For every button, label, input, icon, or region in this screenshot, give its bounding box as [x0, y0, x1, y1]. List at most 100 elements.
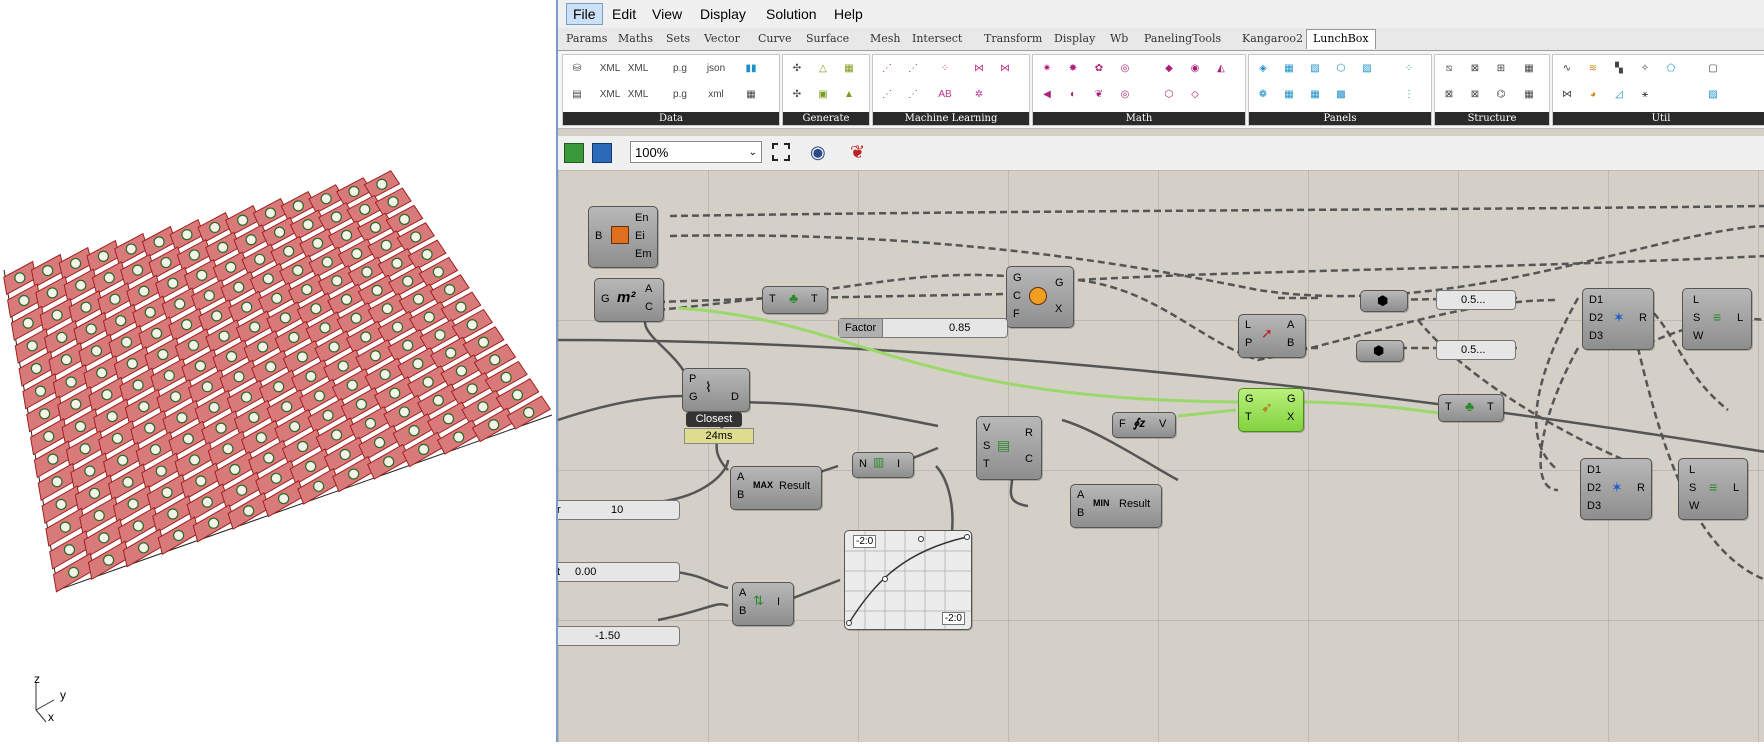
- lsw1-output-l[interactable]: L: [1737, 312, 1743, 324]
- number-slider-zero[interactable]: t 0.00: [558, 562, 680, 582]
- tab-kangaroo2[interactable]: Kangaroo2: [1242, 32, 1303, 45]
- lp-input-p[interactable]: P: [1245, 337, 1252, 349]
- sphere-icon[interactable]: ◉: [1185, 59, 1205, 79]
- menu-solution[interactable]: Solution: [760, 4, 823, 24]
- cross-panel-icon[interactable]: ▩: [1331, 85, 1351, 105]
- mass-output-a[interactable]: A: [645, 283, 652, 295]
- lsw2-input-l[interactable]: L: [1689, 464, 1695, 476]
- pg-write-icon[interactable]: p.g: [667, 59, 693, 79]
- line-fit2-icon[interactable]: ⋰: [903, 85, 923, 105]
- scatter-icon[interactable]: ✣: [787, 59, 807, 79]
- d2-output-r[interactable]: R: [1637, 482, 1645, 494]
- d1-input-d1[interactable]: D1: [1589, 294, 1603, 306]
- pg-read-icon[interactable]: p.g: [667, 85, 693, 105]
- lsw-component-1[interactable]: L S W ≡ L: [1682, 288, 1752, 350]
- max-component[interactable]: A B MAX Result: [730, 466, 822, 510]
- gh-canvas[interactable]: B En Ei Em G m² A C T ♣ T G C F G X Fact…: [558, 170, 1764, 742]
- graft-component[interactable]: T ♣ T: [762, 286, 828, 314]
- graft2-output-t[interactable]: T: [1487, 401, 1494, 413]
- cone-icon[interactable]: ◀: [1037, 85, 1057, 105]
- sub-input-s[interactable]: S: [983, 440, 990, 452]
- lsw1-input-s[interactable]: S: [1693, 312, 1700, 324]
- lp-output-b[interactable]: B: [1287, 337, 1294, 349]
- bounds-output-i[interactable]: I: [897, 458, 900, 470]
- frame-util-icon[interactable]: ▢: [1703, 59, 1723, 79]
- truss3-icon[interactable]: ⊞: [1491, 59, 1511, 79]
- points-panel-icon[interactable]: ⁘: [1399, 59, 1419, 79]
- cluster-icon[interactable]: ✣: [787, 85, 807, 105]
- max-input-b[interactable]: B: [737, 489, 744, 501]
- preview-eye-icon[interactable]: ◉: [810, 142, 826, 163]
- rhino-viewport[interactable]: z y x: [0, 0, 556, 742]
- zoom-select[interactable]: 100% ⌄: [630, 141, 762, 163]
- tab-curve[interactable]: Curve: [758, 32, 791, 45]
- number-panel-2[interactable]: 0.5...: [1436, 340, 1516, 360]
- lsw2-input-w[interactable]: W: [1689, 500, 1699, 512]
- lsw1-input-l[interactable]: L: [1693, 294, 1699, 306]
- tab-sets[interactable]: Sets: [666, 32, 690, 45]
- regression2-icon[interactable]: ⋰: [903, 59, 923, 79]
- bounds-component[interactable]: N ▥ I: [852, 452, 914, 478]
- plane-util-icon[interactable]: ◿: [1609, 85, 1629, 105]
- tab-params[interactable]: Params: [566, 32, 607, 45]
- menu-view[interactable]: View: [646, 4, 688, 24]
- closest-output-d[interactable]: D: [731, 391, 739, 403]
- area-input-b[interactable]: B: [595, 230, 602, 242]
- min-component[interactable]: A B MIN Result: [1070, 484, 1162, 528]
- square-icon[interactable]: ▣: [813, 85, 833, 105]
- cluster-ml-icon[interactable]: ⁘: [935, 59, 955, 79]
- sub-input-t[interactable]: T: [983, 458, 990, 470]
- sphere-util-icon[interactable]: ◕: [1583, 85, 1603, 105]
- checker-icon[interactable]: ▚: [1609, 59, 1629, 79]
- lsw2-input-s[interactable]: S: [1689, 482, 1696, 494]
- fz-output-v[interactable]: V: [1159, 418, 1166, 430]
- area-output-en[interactable]: En: [635, 212, 648, 224]
- move-output-g[interactable]: G: [1287, 393, 1296, 405]
- menu-file[interactable]: File: [566, 3, 603, 25]
- min-input-b[interactable]: B: [1077, 507, 1084, 519]
- min-output-result[interactable]: Result: [1119, 498, 1150, 510]
- table-icon[interactable]: ▤: [567, 85, 587, 105]
- zoom-extents-icon[interactable]: [772, 143, 790, 161]
- domain-input-b[interactable]: B: [739, 605, 746, 617]
- neural-icon[interactable]: ✲: [969, 85, 989, 105]
- sub-output-r[interactable]: R: [1025, 427, 1033, 439]
- move-output-x[interactable]: X: [1287, 411, 1294, 423]
- spiral-icon[interactable]: ◐: [1063, 85, 1083, 105]
- stagger-panel-icon[interactable]: ▦: [1279, 85, 1299, 105]
- move-component-selected[interactable]: G T ➶ G X: [1238, 388, 1304, 432]
- diamond-panel-icon[interactable]: ◈: [1253, 59, 1273, 79]
- d2-input-d3[interactable]: D3: [1587, 500, 1601, 512]
- number-slider-neg[interactable]: -1.50: [558, 626, 680, 646]
- domain-input-a[interactable]: A: [739, 587, 746, 599]
- grid-icon[interactable]: ▦: [839, 59, 859, 79]
- deconstruct-component-1[interactable]: D1 D2 D3 ✶ R: [1582, 288, 1654, 350]
- area-output-ei[interactable]: Ei: [635, 230, 645, 242]
- gcf-input-c[interactable]: C: [1013, 290, 1021, 302]
- closest-point-component[interactable]: L P ➚ A B: [1238, 314, 1306, 358]
- save-file-icon[interactable]: [592, 143, 612, 163]
- triangle-fill-icon[interactable]: ▲: [839, 85, 859, 105]
- tab-transform[interactable]: Transform: [984, 32, 1042, 45]
- fz-input-f[interactable]: F: [1119, 418, 1126, 430]
- knot-icon[interactable]: ❦: [1089, 85, 1109, 105]
- bake-icon[interactable]: ❦: [850, 142, 865, 163]
- gcf-input-f[interactable]: F: [1013, 308, 1020, 320]
- sparkle-icon[interactable]: ✧: [1635, 59, 1655, 79]
- star-icon[interactable]: ✷: [1037, 59, 1057, 79]
- grid-util-icon[interactable]: ▨: [1703, 85, 1723, 105]
- diamond-icon[interactable]: ◇: [1185, 85, 1205, 105]
- lp-output-a[interactable]: A: [1287, 319, 1294, 331]
- menu-edit[interactable]: Edit: [606, 4, 642, 24]
- bar-chart-icon[interactable]: ▮▮: [741, 59, 761, 79]
- graft-output-t[interactable]: T: [811, 293, 818, 305]
- bolt-component-2[interactable]: ⬢: [1356, 340, 1404, 362]
- cube-icon[interactable]: ◆: [1159, 59, 1179, 79]
- tab-vector[interactable]: Vector: [704, 32, 740, 45]
- truss2-icon[interactable]: ⊠: [1465, 59, 1485, 79]
- quad-panel-icon[interactable]: ▦: [1279, 59, 1299, 79]
- sub-input-v[interactable]: V: [983, 422, 990, 434]
- d1-output-r[interactable]: R: [1639, 312, 1647, 324]
- mass-output-c[interactable]: C: [645, 301, 653, 313]
- closest-input-g[interactable]: G: [689, 391, 698, 403]
